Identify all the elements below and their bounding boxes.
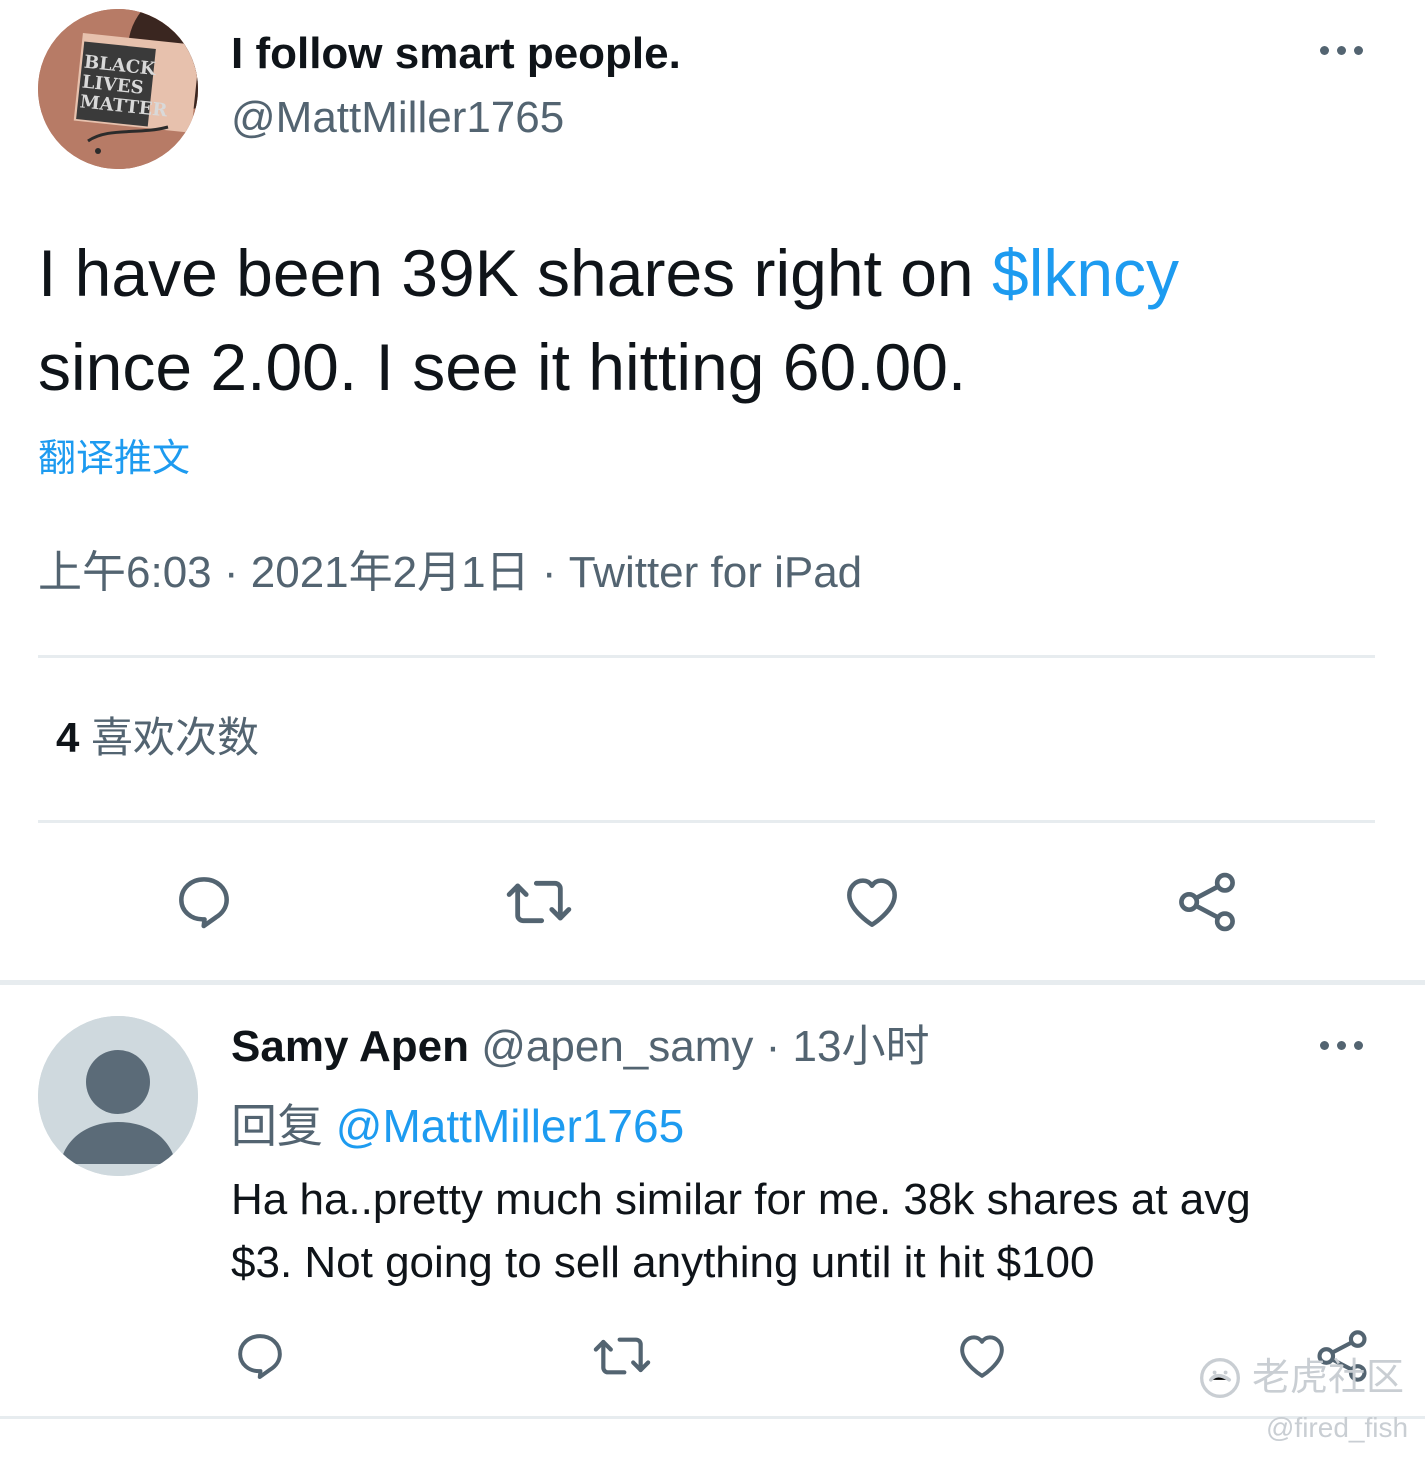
tweet-body: I have been 39K shares right on $lkncy s…: [38, 226, 1179, 414]
replying-to-handle[interactable]: @MattMiller1765: [336, 1100, 684, 1152]
section-separator: [0, 980, 1425, 985]
default-profile-icon: [38, 1016, 198, 1176]
likes-label: 喜欢次数: [91, 714, 260, 761]
reply-retweet-button[interactable]: [590, 1326, 654, 1386]
likes-count: 4: [56, 714, 80, 761]
share-icon: [1179, 872, 1235, 932]
author-display-name[interactable]: I follow smart people.: [231, 28, 681, 80]
divider: [0, 1416, 1425, 1419]
reply-body-line-1: Ha ha..pretty much similar for me. 38k s…: [231, 1175, 1251, 1224]
retweet-button[interactable]: [503, 868, 575, 936]
watermark-brand: 老虎社区: [1252, 1357, 1405, 1399]
tweet-source[interactable]: Twitter for iPad: [569, 548, 862, 597]
translate-tweet-link[interactable]: 翻译推文: [38, 436, 190, 482]
tweet-meta: 上午6:03 · 2021年2月1日 · Twitter for iPad: [38, 546, 862, 600]
reply-display-name[interactable]: Samy Apen: [231, 1022, 469, 1071]
reply-header: Samy Apen @apen_samy · 13小时: [231, 1020, 929, 1074]
reply-reply-button[interactable]: [230, 1326, 290, 1386]
reply-like-button[interactable]: [952, 1326, 1012, 1386]
replying-to-label: 回复: [231, 1100, 323, 1152]
reply-body-line-2: $3. Not going to sell anything until it …: [231, 1238, 1095, 1287]
share-button[interactable]: [1172, 868, 1242, 936]
tweet-time[interactable]: 上午6:03: [38, 548, 212, 597]
heart-icon: [847, 878, 897, 927]
retweet-icon: [506, 880, 572, 924]
tweet-date[interactable]: 2021年2月1日: [251, 548, 530, 597]
reply-author-avatar[interactable]: [38, 1016, 198, 1176]
reply-handle[interactable]: @apen_samy: [481, 1022, 753, 1071]
author-handle[interactable]: @MattMiller1765: [231, 92, 564, 144]
replying-to: 回复 @MattMiller1765: [231, 1098, 684, 1154]
retweet-icon: [593, 1337, 651, 1375]
more-options-icon[interactable]: [1320, 46, 1363, 55]
reply-icon: [179, 877, 229, 929]
meta-separator: ·: [541, 548, 557, 597]
divider: [38, 820, 1375, 823]
tweet-text-1: I have been 39K shares right on: [38, 236, 992, 310]
reply-body: Ha ha..pretty much similar for me. 38k s…: [231, 1168, 1251, 1294]
tweet-body-line-1: I have been 39K shares right on $lkncy: [38, 226, 1179, 320]
author-avatar[interactable]: BLACK LIVES MATTER: [38, 9, 198, 169]
reply-icon: [238, 1334, 282, 1379]
divider: [38, 655, 1375, 658]
cashtag-link[interactable]: $lkncy: [992, 236, 1179, 310]
watermark-user: @fired_fish: [1266, 1412, 1409, 1443]
meta-separator: ·: [223, 548, 239, 597]
likes-stat[interactable]: 4 喜欢次数: [56, 712, 259, 764]
tiger-logo-icon: [1200, 1358, 1240, 1398]
heart-icon: [960, 1335, 1004, 1378]
tweet-body-line-2: since 2.00. I see it hitting 60.00.: [38, 320, 1179, 414]
like-button[interactable]: [838, 868, 906, 936]
tattoo-avatar-image: BLACK LIVES MATTER: [38, 9, 198, 169]
watermark: 老虎社区: [1198, 1354, 1404, 1402]
reply-more-options-icon[interactable]: [1320, 1041, 1363, 1050]
reply-separator: ·: [765, 1022, 781, 1071]
reply-time[interactable]: 13小时: [793, 1022, 930, 1071]
reply-button[interactable]: [170, 868, 238, 936]
tweet-text-2: since 2.00. I see it hitting 60.00.: [38, 330, 967, 404]
